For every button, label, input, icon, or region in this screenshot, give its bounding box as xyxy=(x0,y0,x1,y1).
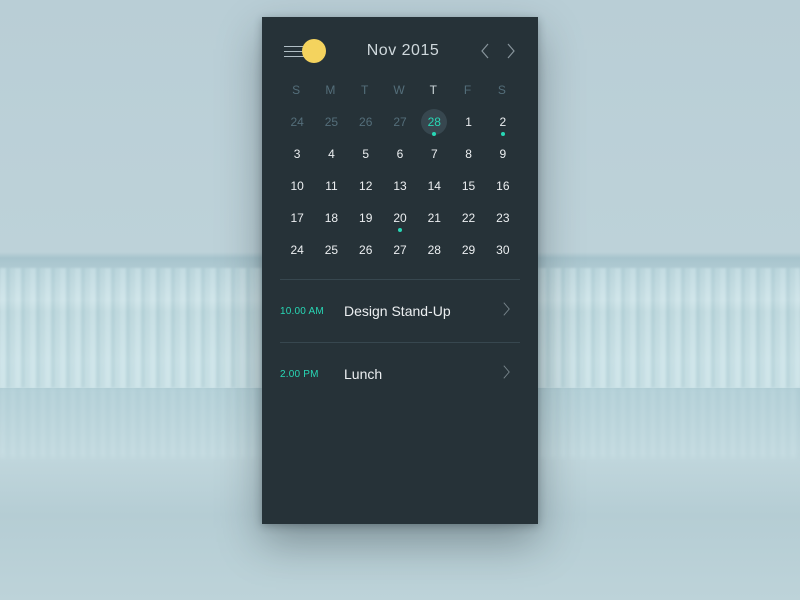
day-cell[interactable]: 18 xyxy=(314,203,348,233)
day-number: 15 xyxy=(462,179,475,193)
day-number: 21 xyxy=(428,211,441,225)
card-header: Nov 2015 xyxy=(262,17,538,77)
weekday-label: M xyxy=(314,83,348,97)
event-row[interactable]: 10.00 AM Design Stand-Up xyxy=(280,280,520,342)
chevron-right-icon xyxy=(502,301,520,322)
day-cell[interactable]: 19 xyxy=(349,203,383,233)
event-dot-icon xyxy=(398,228,402,232)
day-number: 28 xyxy=(428,243,441,257)
day-number: 5 xyxy=(362,147,369,161)
day-number: 24 xyxy=(290,115,303,129)
day-number: 6 xyxy=(397,147,404,161)
day-cell[interactable]: 10 xyxy=(280,171,314,201)
day-number: 24 xyxy=(290,243,303,257)
day-number: 22 xyxy=(462,211,475,225)
day-number: 4 xyxy=(328,147,335,161)
day-number: 8 xyxy=(465,147,472,161)
sun-icon xyxy=(302,39,326,63)
day-cell[interactable]: 27 xyxy=(383,107,417,137)
day-number: 20 xyxy=(393,211,406,225)
day-number: 18 xyxy=(325,211,338,225)
day-cell[interactable]: 9 xyxy=(486,139,520,169)
day-number: 25 xyxy=(325,115,338,129)
day-cell[interactable]: 23 xyxy=(486,203,520,233)
day-number: 29 xyxy=(462,243,475,257)
day-number: 3 xyxy=(294,147,301,161)
calendar-card: Nov 2015 S M T W T F S 24252627281234567… xyxy=(262,17,538,524)
day-cell[interactable]: 20 xyxy=(383,203,417,233)
day-cell[interactable]: 17 xyxy=(280,203,314,233)
day-cell[interactable]: 3 xyxy=(280,139,314,169)
calendar-grid: 2425262728123456789101112131415161718192… xyxy=(262,107,538,265)
day-number: 19 xyxy=(359,211,372,225)
day-cell[interactable]: 25 xyxy=(314,235,348,265)
day-cell[interactable]: 6 xyxy=(383,139,417,169)
day-cell[interactable]: 5 xyxy=(349,139,383,169)
day-number: 27 xyxy=(393,243,406,257)
day-number: 14 xyxy=(428,179,441,193)
day-cell[interactable]: 13 xyxy=(383,171,417,201)
day-cell[interactable]: 29 xyxy=(451,235,485,265)
day-cell[interactable]: 30 xyxy=(486,235,520,265)
day-cell[interactable]: 27 xyxy=(383,235,417,265)
next-month-button[interactable] xyxy=(506,43,516,59)
event-label: Design Stand-Up xyxy=(344,303,494,319)
day-number: 12 xyxy=(359,179,372,193)
event-dot-icon xyxy=(501,132,505,136)
day-number: 30 xyxy=(496,243,509,257)
day-number: 23 xyxy=(496,211,509,225)
day-cell[interactable]: 2 xyxy=(486,107,520,137)
day-number: 11 xyxy=(325,179,337,193)
day-cell[interactable]: 26 xyxy=(349,107,383,137)
event-row[interactable]: 2.00 PM Lunch xyxy=(280,343,520,405)
prev-month-button[interactable] xyxy=(480,43,490,59)
day-cell[interactable]: 24 xyxy=(280,107,314,137)
day-number: 7 xyxy=(431,147,438,161)
day-cell[interactable]: 8 xyxy=(451,139,485,169)
day-cell[interactable]: 26 xyxy=(349,235,383,265)
day-number: 16 xyxy=(496,179,509,193)
event-list: 10.00 AM Design Stand-Up 2.00 PM Lunch xyxy=(262,279,538,405)
month-nav xyxy=(480,43,516,59)
event-dot-icon xyxy=(432,132,436,136)
day-number: 2 xyxy=(500,115,507,129)
day-cell[interactable]: 28 xyxy=(417,107,451,137)
day-number: 10 xyxy=(290,179,303,193)
event-time: 2.00 PM xyxy=(280,369,336,380)
day-number: 9 xyxy=(500,147,507,161)
day-number: 26 xyxy=(359,115,372,129)
day-number: 1 xyxy=(465,115,472,129)
weekday-label: T xyxy=(349,83,383,97)
day-cell[interactable]: 14 xyxy=(417,171,451,201)
event-label: Lunch xyxy=(344,366,494,382)
day-number: 26 xyxy=(359,243,372,257)
day-cell[interactable]: 28 xyxy=(417,235,451,265)
weekday-label: T xyxy=(417,83,451,97)
day-number: 17 xyxy=(290,211,303,225)
day-cell[interactable]: 22 xyxy=(451,203,485,233)
day-number: 27 xyxy=(393,115,406,129)
day-number: 28 xyxy=(428,115,441,129)
month-label: Nov 2015 xyxy=(326,42,480,60)
weekday-header: S M T W T F S xyxy=(262,77,538,107)
weekday-label: W xyxy=(383,83,417,97)
weekday-label: F xyxy=(451,83,485,97)
day-cell[interactable]: 15 xyxy=(451,171,485,201)
day-cell[interactable]: 1 xyxy=(451,107,485,137)
day-cell[interactable]: 16 xyxy=(486,171,520,201)
weekday-label: S xyxy=(486,83,520,97)
day-cell[interactable]: 25 xyxy=(314,107,348,137)
event-time: 10.00 AM xyxy=(280,306,336,317)
day-number: 25 xyxy=(325,243,338,257)
chevron-right-icon xyxy=(502,364,520,385)
day-cell[interactable]: 24 xyxy=(280,235,314,265)
day-cell[interactable]: 7 xyxy=(417,139,451,169)
day-cell[interactable]: 4 xyxy=(314,139,348,169)
day-cell[interactable]: 21 xyxy=(417,203,451,233)
day-number: 13 xyxy=(393,179,406,193)
day-cell[interactable]: 12 xyxy=(349,171,383,201)
day-cell[interactable]: 11 xyxy=(314,171,348,201)
weekday-label: S xyxy=(280,83,314,97)
